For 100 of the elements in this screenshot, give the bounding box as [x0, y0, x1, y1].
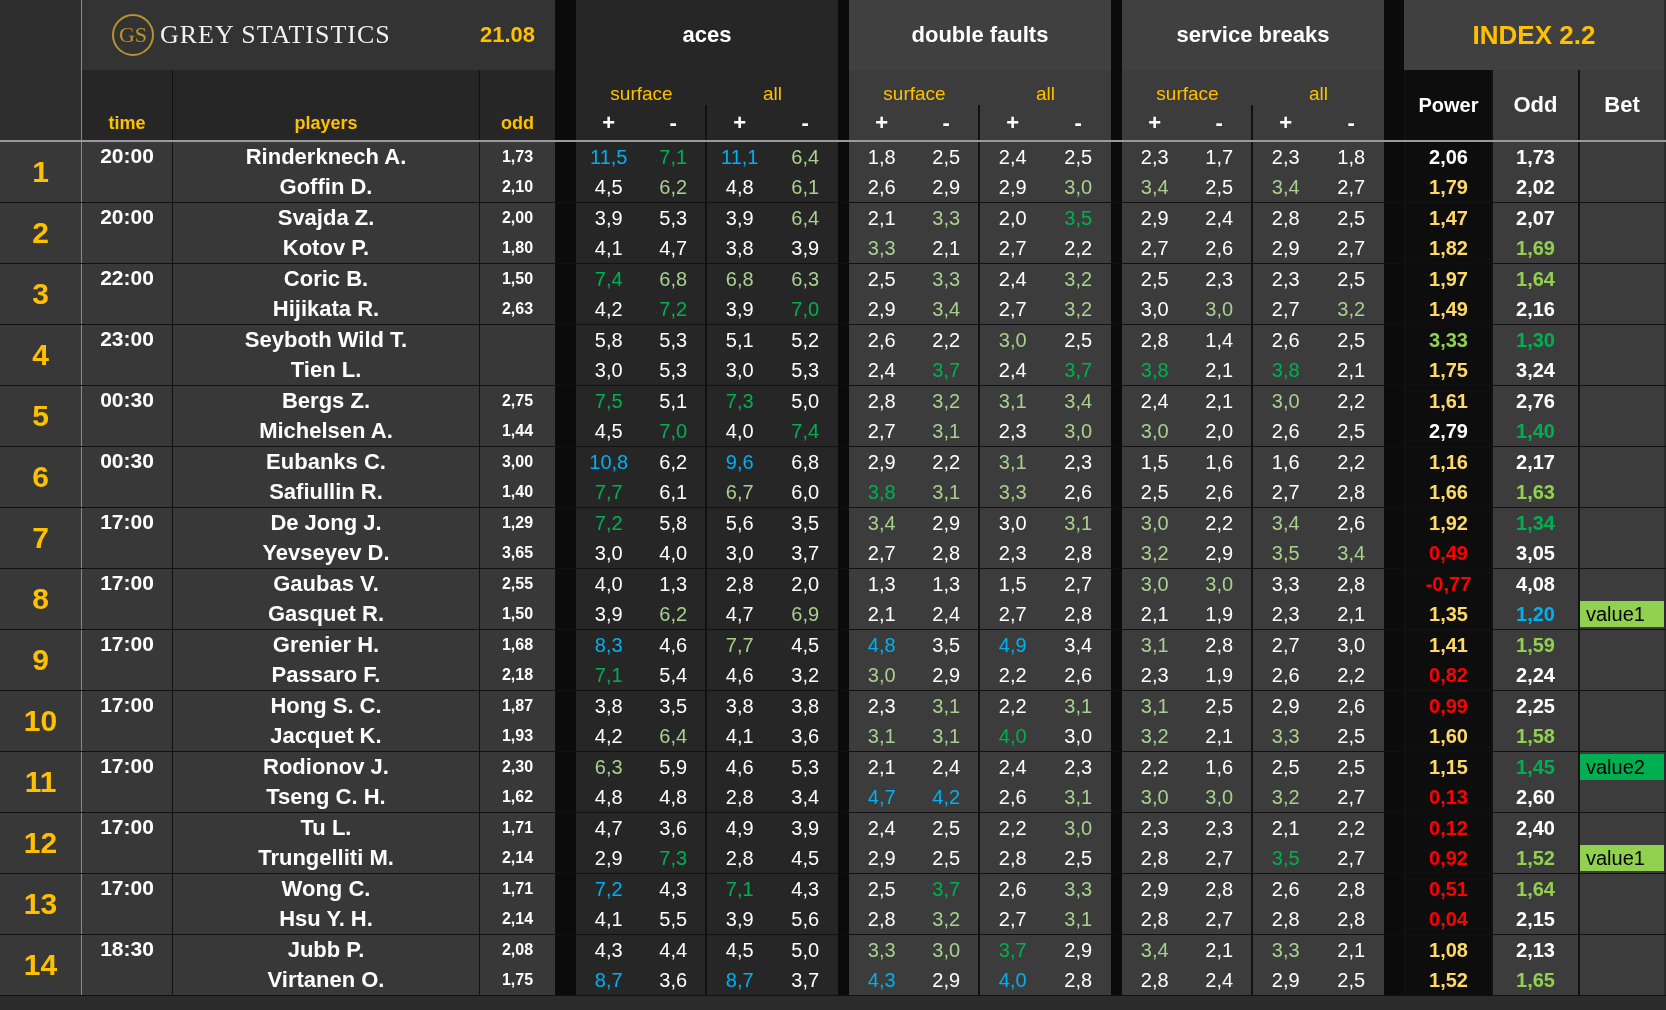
stat-value: 2,6 [1253, 660, 1319, 690]
power-value: 0,51 [1404, 874, 1491, 904]
stat-value: 6,1 [641, 477, 707, 507]
stat-value: 1,6 [1253, 447, 1319, 477]
sign-label: + [1122, 105, 1188, 140]
stat-value: 4,0 [641, 538, 707, 568]
stat-value: 2,9 [849, 447, 915, 477]
index-odd-value: 2,24 [1491, 660, 1578, 690]
stat-value: 6,9 [772, 599, 838, 629]
stat-value: 2,1 [849, 752, 915, 782]
stat-value: 3,1 [1045, 691, 1111, 721]
stat-value: 5,8 [576, 325, 642, 355]
subgroup-label: all [1253, 70, 1384, 105]
power-value: 1,61 [1404, 386, 1491, 416]
stat-value: 4,1 [576, 233, 642, 263]
odds-value: 1,50 [480, 599, 555, 629]
stat-value: 3,1 [914, 721, 980, 751]
stat-value: 6,4 [772, 203, 838, 233]
stat-value: 2,3 [1187, 264, 1253, 294]
stat-value: 3,6 [641, 813, 707, 843]
odds-value: 1,71 [480, 813, 555, 843]
power-value: 0,92 [1404, 843, 1491, 873]
power-value: 1,75 [1404, 355, 1491, 385]
odds-value: 2,18 [480, 660, 555, 690]
stat-value: 6,4 [772, 142, 838, 172]
power-value: 3,33 [1404, 325, 1491, 355]
sign-label: + [576, 105, 642, 140]
stat-value: 4,6 [641, 630, 707, 660]
stat-value: 3,3 [914, 203, 980, 233]
stat-value: 2,7 [980, 294, 1046, 324]
player-name: Svajda Z. [173, 203, 480, 233]
stat-value: 3,1 [914, 416, 980, 446]
odds-value: 1,62 [480, 782, 555, 812]
date-label: 21.08 [480, 0, 555, 70]
stat-value: 3,2 [1122, 538, 1188, 568]
odds-value: 2,10 [480, 172, 555, 202]
stat-value: 3,5 [914, 630, 980, 660]
stat-value: 2,3 [1187, 813, 1253, 843]
stat-value: 4,8 [707, 172, 773, 202]
odds-value: 1,93 [480, 721, 555, 751]
index-odd-value: 2,15 [1491, 904, 1578, 934]
odds-value: 2,14 [480, 843, 555, 873]
stat-value: 2,1 [1187, 386, 1253, 416]
stat-value: 5,0 [772, 386, 838, 416]
index-odd-value: 3,05 [1491, 538, 1578, 568]
column-header: odd [480, 70, 555, 140]
stat-value: 4,5 [772, 630, 838, 660]
index-odd-value: 1,58 [1491, 721, 1578, 751]
stat-value: 2,1 [1187, 355, 1253, 385]
stat-value: 2,9 [914, 172, 980, 202]
power-value: 1,35 [1404, 599, 1491, 629]
stat-value: 2,8 [1318, 477, 1384, 507]
stat-value: 6,3 [576, 752, 642, 782]
stat-value: 4,5 [772, 843, 838, 873]
stat-value: 3,1 [1045, 904, 1111, 934]
group-title: double faults [849, 0, 1111, 70]
stat-value: 3,5 [1253, 538, 1319, 568]
stat-value: 4,2 [576, 721, 642, 751]
stat-value: 3,0 [1122, 508, 1188, 538]
stat-value: 4,3 [849, 965, 915, 995]
stat-value: 2,5 [1318, 416, 1384, 446]
stat-value: 2,8 [707, 843, 773, 873]
stat-value: 5,3 [772, 752, 838, 782]
stat-value: 3,0 [1187, 569, 1253, 599]
stat-value: 2,5 [1318, 721, 1384, 751]
stat-value: 2,1 [1318, 935, 1384, 965]
stat-value: 3,1 [849, 721, 915, 751]
stat-value: 3,2 [1122, 721, 1188, 751]
stat-value: 2,5 [1122, 264, 1188, 294]
stat-value: 2,8 [1045, 538, 1111, 568]
match-number: 3 [0, 264, 82, 324]
stat-value: 3,6 [641, 965, 707, 995]
stat-value: 4,5 [707, 935, 773, 965]
stat-value: 6,2 [641, 447, 707, 477]
match-number: 14 [0, 935, 82, 995]
stat-value: 7,0 [772, 294, 838, 324]
stat-value: 2,8 [980, 843, 1046, 873]
stat-value: 3,1 [1045, 508, 1111, 538]
stat-value: 7,7 [707, 630, 773, 660]
stat-value: 3,3 [914, 264, 980, 294]
group-title: aces [576, 0, 838, 70]
stat-value: 2,3 [1122, 660, 1188, 690]
odds-value: 1,29 [480, 508, 555, 538]
odds-value: 1,73 [480, 142, 555, 172]
stat-value: 2,5 [1253, 752, 1319, 782]
stat-value: 2,1 [1122, 599, 1188, 629]
stat-value: 2,5 [1318, 264, 1384, 294]
stat-value: 4,0 [980, 965, 1046, 995]
match-number: 9 [0, 630, 82, 690]
power-value: 1,92 [1404, 508, 1491, 538]
match-time: 18:30 [82, 935, 173, 995]
stat-value: 3,2 [1045, 264, 1111, 294]
stat-value: 6,8 [772, 447, 838, 477]
stat-value: 2,2 [1318, 447, 1384, 477]
bet-tag: value1 [1580, 845, 1664, 871]
stat-value: 2,8 [1045, 599, 1111, 629]
stat-value: 2,9 [849, 294, 915, 324]
stat-value: 4,5 [576, 416, 642, 446]
stat-value: 3,7 [1045, 355, 1111, 385]
odds-value: 2,00 [480, 203, 555, 233]
